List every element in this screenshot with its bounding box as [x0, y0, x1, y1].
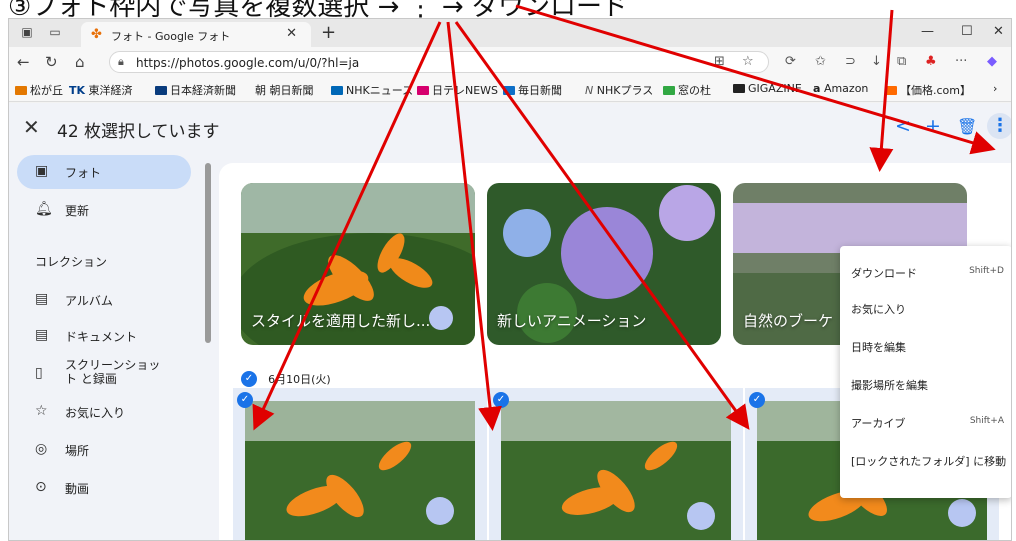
- cherry-extension-icon[interactable]: ♣: [925, 54, 937, 69]
- lily-thumbnail: [245, 401, 475, 540]
- creation-card-animation[interactable]: 新しいアニメーション: [487, 183, 721, 345]
- bell-icon: 🔔︎: [35, 201, 53, 217]
- menu-item-edit-location[interactable]: 撮影場所を編集: [840, 366, 1011, 402]
- bookmark-nhk-news[interactable]: NHKニュース: [331, 82, 413, 98]
- collections-icon[interactable]: ⧉: [897, 54, 906, 69]
- document-icon: ▤: [35, 327, 49, 343]
- bookmark-nhk-plus[interactable]: N NHKプラス: [585, 82, 653, 98]
- sidebar-item-updates[interactable]: 🔔︎ 更新: [17, 193, 191, 227]
- add-icon[interactable]: +: [925, 115, 941, 137]
- favorite-star-icon[interactable]: ☆: [742, 54, 754, 69]
- card-label-style: スタイルを適用した新し...: [251, 312, 431, 330]
- date-label: 6月10日(火): [268, 372, 331, 386]
- refresh-icon[interactable]: ↻: [45, 53, 58, 71]
- caption-text: ③フォト枠内で写真を複数選択 → ⋮ → ダウンロード: [8, 0, 628, 18]
- clear-selection-icon[interactable]: ✕: [23, 115, 40, 139]
- bookmark-amazon[interactable]: a Amazon: [813, 82, 868, 95]
- phone-icon: ▯: [35, 365, 43, 381]
- favorites-icon[interactable]: ✩: [815, 54, 826, 69]
- bookmark-ntv-news[interactable]: 日テレNEWS: [417, 82, 498, 98]
- sidebar: ▣ フォト 🔔︎ 更新 コレクション ▤ アルバム ▤ ドキュメント ▯ スクリ…: [9, 153, 209, 540]
- sidebar-item-screenshots[interactable]: ▯ スクリーンショット と録画: [17, 353, 191, 393]
- tab-title: フォト - Google フォト: [111, 30, 231, 43]
- card-label-bouquet: 自然のブーケ: [743, 312, 834, 330]
- menu-item-move-to-locked-folder[interactable]: [ロックされたフォルダ] に移動: [840, 442, 1011, 478]
- back-icon[interactable]: ←: [17, 53, 30, 71]
- sidebar-item-albums[interactable]: ▤ アルバム: [17, 283, 191, 317]
- sidebar-item-favorites[interactable]: ☆ お気に入り: [17, 395, 191, 429]
- sidebar-item-photos[interactable]: ▣ フォト: [17, 155, 191, 189]
- google-photos-favicon-icon: ✤: [91, 27, 102, 42]
- bookmark-asahi[interactable]: 朝 朝日新聞: [255, 82, 314, 98]
- sidebar-scrollbar[interactable]: [205, 163, 211, 343]
- selected-check-icon[interactable]: ✓: [237, 392, 253, 408]
- sidebar-item-videos[interactable]: ⊙ 動画: [17, 471, 191, 505]
- menu-item-archive[interactable]: アーカイブ Shift+A: [840, 404, 1011, 440]
- lock-icon[interactable]: 🔒︎: [118, 55, 124, 69]
- bookmark-gigazine[interactable]: GIGAZINE: [733, 82, 802, 95]
- star-icon: ☆: [35, 403, 48, 419]
- split-screen-icon[interactable]: ⊃: [845, 54, 856, 69]
- share-icon[interactable]: <: [895, 115, 911, 137]
- card-label-animation: 新しいアニメーション: [497, 312, 647, 330]
- home-icon[interactable]: ⌂: [75, 53, 85, 71]
- extensions-icon[interactable]: ⟳: [785, 54, 796, 69]
- selection-count: 42 枚選択しています: [57, 122, 220, 142]
- lily-thumbnail: [501, 401, 731, 540]
- creation-card-style[interactable]: スタイルを適用した新し...: [241, 183, 475, 345]
- bookmark-nikkei[interactable]: 日本経済新聞: [155, 82, 236, 98]
- app-available-icon[interactable]: ⊞: [714, 54, 725, 69]
- address-bar-row: ← ↻ ⌂ 🔒︎ https://photos.google.com/u/0/?…: [9, 47, 1011, 77]
- trash-icon[interactable]: 🗑︎: [957, 117, 977, 136]
- url-bar[interactable]: 🔒︎ https://photos.google.com/u/0/?hl=ja …: [109, 51, 769, 73]
- instruction-caption: ③フォト枠内で写真を複数選択 → ⋮ → ダウンロード: [0, 0, 1016, 18]
- bookmark-mainichi[interactable]: 毎日新聞: [503, 82, 562, 98]
- bookmark-matsugaoka[interactable]: 松が丘: [15, 82, 63, 98]
- tab-close-icon[interactable]: ✕: [286, 26, 297, 41]
- collections-heading: コレクション: [35, 255, 108, 269]
- selection-header: ✕ 42 枚選択しています < + 🗑︎ ⋮: [9, 103, 1011, 153]
- url-text[interactable]: https://photos.google.com/u/0/?hl=ja: [136, 56, 359, 70]
- sidebar-item-places[interactable]: ◎ 場所: [17, 433, 191, 467]
- photos-app: ✕ 42 枚選択しています < + 🗑︎ ⋮ ▣ フォト 🔔︎ 更新 コレクショ…: [9, 103, 1011, 540]
- copilot-icon[interactable]: ◆: [987, 54, 997, 69]
- select-date-check-icon[interactable]: ✓: [241, 370, 257, 387]
- selected-check-icon[interactable]: ✓: [493, 392, 509, 408]
- bookmark-kakaku[interactable]: 【価格.com】: [885, 82, 971, 98]
- location-icon: ◎: [35, 441, 48, 457]
- workspaces-icon[interactable]: ▣: [19, 25, 35, 39]
- more-options-icon[interactable]: ⋮: [987, 113, 1011, 139]
- browser-window: ▣ ▭ ✤ フォト - Google フォト ✕ + — ☐ ✕ ← ↻ ⌂ 🔒…: [8, 18, 1012, 541]
- photo-thumbnail[interactable]: [501, 401, 731, 540]
- more-options-menu: ダウンロード Shift+D お気に入り 日時を編集 撮影場所を編集 アーカイブ…: [840, 246, 1011, 498]
- menu-item-edit-date[interactable]: 日時を編集: [840, 328, 1011, 364]
- selected-check-icon[interactable]: ✓: [749, 392, 765, 408]
- menu-item-favorite[interactable]: お気に入り: [840, 290, 1011, 326]
- tab-actions-icon[interactable]: ▭: [47, 25, 63, 39]
- minimize-icon[interactable]: —: [921, 24, 934, 39]
- bookmark-toyokeizai[interactable]: TK 東洋経済: [69, 82, 133, 98]
- window-close-icon[interactable]: ✕: [993, 24, 1004, 39]
- date-group-header[interactable]: ✓ 6月10日(火): [241, 368, 331, 387]
- album-icon: ▤: [35, 291, 49, 307]
- tab-bar: ▣ ▭ ✤ フォト - Google フォト ✕ + — ☐ ✕: [9, 19, 1011, 47]
- bookmarks-overflow-icon[interactable]: ›: [993, 82, 997, 95]
- more-browser-icon[interactable]: ···: [955, 54, 967, 69]
- bookmarks-bar: 松が丘 TK 東洋経済 日本経済新聞 朝 朝日新聞 NHKニュース 日テレNEW…: [9, 77, 1011, 102]
- bookmark-madonomori[interactable]: 窓の杜: [663, 82, 711, 98]
- download-icon[interactable]: ↓: [871, 54, 882, 69]
- photo-thumbnail[interactable]: [245, 401, 475, 540]
- photo-tile-1[interactable]: ✓: [233, 388, 487, 540]
- play-icon: ⊙: [35, 479, 47, 495]
- menu-item-download[interactable]: ダウンロード Shift+D: [840, 254, 1011, 290]
- photo-icon: ▣: [35, 163, 49, 179]
- tab-google-photos[interactable]: ✤ フォト - Google フォト ✕: [81, 22, 311, 47]
- maximize-icon[interactable]: ☐: [961, 24, 973, 39]
- sidebar-item-documents[interactable]: ▤ ドキュメント: [17, 319, 191, 353]
- new-tab-icon[interactable]: +: [321, 22, 336, 43]
- photo-tile-2[interactable]: ✓: [489, 388, 743, 540]
